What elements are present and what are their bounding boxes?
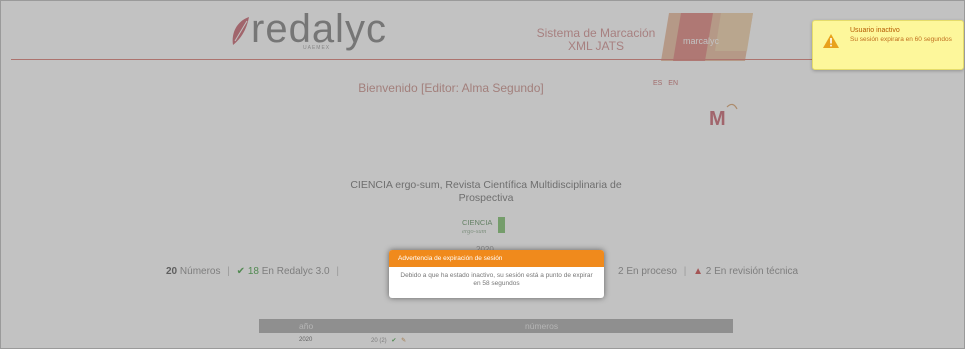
inactive-user-toast[interactable]: Usuario inactivo Su sesión expirara en 6…	[812, 20, 964, 70]
modal-message: Debido a que ha estado inactivo, su sesi…	[400, 272, 593, 287]
browser-viewport: redalyc UAEMEX Sistema de Marcación XML …	[0, 0, 965, 349]
toast-message: Su sesión expirara en 60 segundos	[850, 36, 952, 43]
toast-title: Usuario inactivo	[850, 27, 900, 34]
warning-icon	[823, 34, 839, 48]
modal-title: Advertencia de expiración de sesión	[389, 250, 604, 267]
session-expiration-modal: Advertencia de expiración de sesión Debi…	[389, 250, 604, 298]
